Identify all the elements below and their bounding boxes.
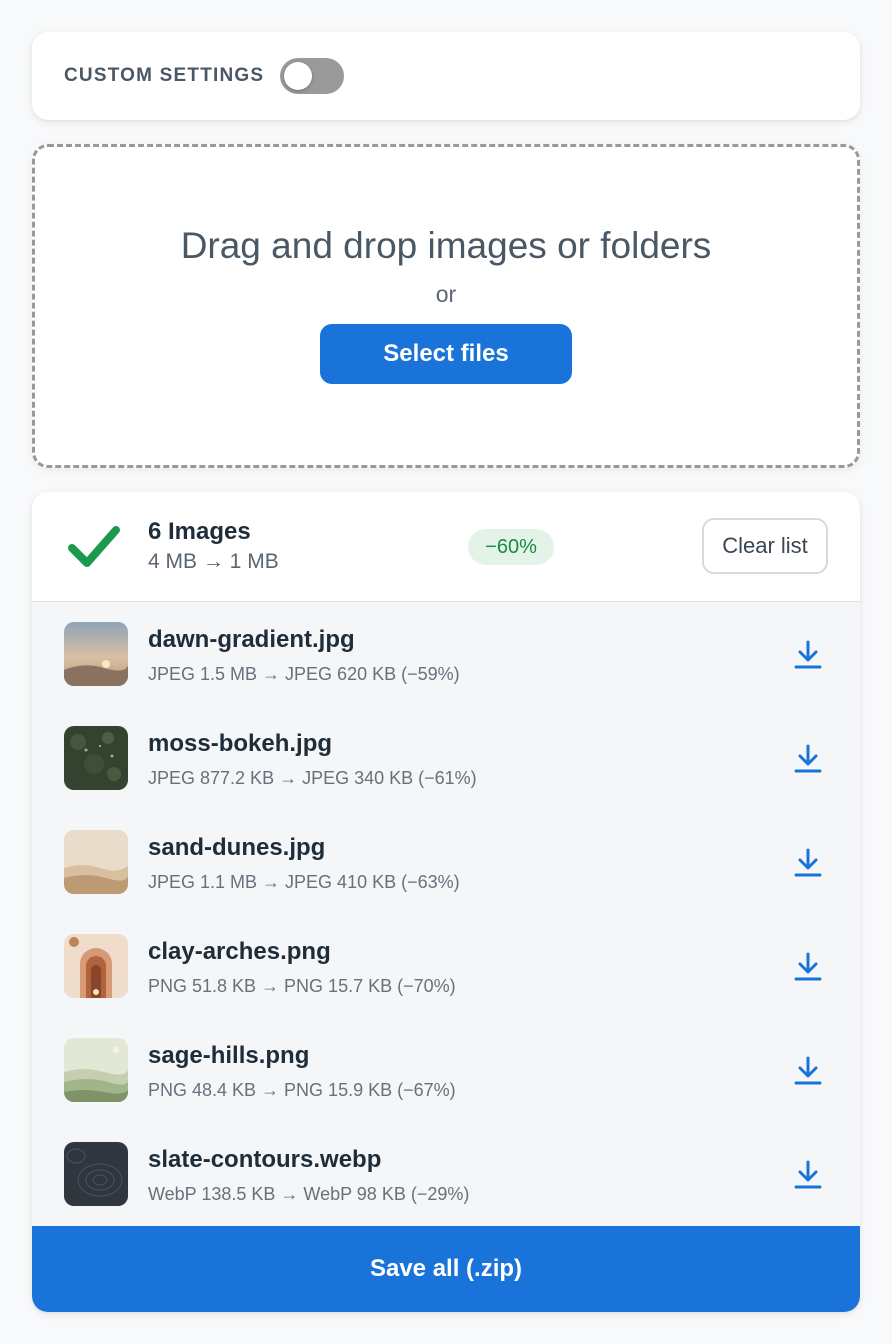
image-count: 6 Images xyxy=(148,518,251,545)
file-row: sand-dunes.jpg JPEG 1.1 MB → JPEG 410 KB… xyxy=(32,810,860,914)
thumbnail-sand-dunes xyxy=(64,830,128,894)
download-icon[interactable] xyxy=(794,1056,822,1086)
settings-card: CUSTOM SETTINGS xyxy=(32,32,860,120)
download-icon[interactable] xyxy=(794,640,822,670)
drop-zone-title: Drag and drop images or folders xyxy=(180,225,712,266)
select-files-button[interactable]: Select files xyxy=(320,324,572,384)
custom-settings-label: CUSTOM SETTINGS xyxy=(64,65,265,86)
thumbnail-moss-bokeh xyxy=(64,726,128,790)
file-row: clay-arches.png PNG 51.8 KB → PNG 15.7 K… xyxy=(32,914,860,1018)
file-name: sand-dunes.jpg xyxy=(148,834,326,861)
drop-zone[interactable]: Drag and drop images or folders or Selec… xyxy=(32,144,860,468)
total-sizes: 4 MB → 1 MB xyxy=(148,550,279,573)
thumbnail-dawn-gradient xyxy=(64,622,128,686)
file-meta: JPEG 1.5 MB → JPEG 620 KB (−59%) xyxy=(148,664,460,684)
download-icon[interactable] xyxy=(794,744,822,774)
custom-settings-toggle[interactable] xyxy=(280,58,345,94)
file-meta: PNG 48.4 KB → PNG 15.9 KB (−67%) xyxy=(148,1080,456,1100)
file-name: moss-bokeh.jpg xyxy=(148,730,333,757)
clear-list-button[interactable]: Clear list xyxy=(702,518,828,574)
file-row: dawn-gradient.jpg JPEG 1.5 MB → JPEG 620… xyxy=(32,602,860,706)
save-all-button[interactable]: Save all (.zip) xyxy=(32,1226,860,1312)
file-meta: JPEG 877.2 KB → JPEG 340 KB (−61%) xyxy=(148,768,477,788)
file-row: sage-hills.png PNG 48.4 KB → PNG 15.9 KB… xyxy=(32,1018,860,1122)
file-name: clay-arches.png xyxy=(148,938,331,965)
file-name: slate-contours.webp xyxy=(148,1146,382,1173)
thumbnail-clay-arches xyxy=(64,934,128,998)
download-icon[interactable] xyxy=(794,848,822,878)
checkmark-icon xyxy=(68,526,120,567)
summary-header: 6 Images 4 MB → 1 MB −60% Clear list xyxy=(32,492,860,602)
file-meta: JPEG 1.1 MB → JPEG 410 KB (−63%) xyxy=(148,872,460,892)
savings-badge: −60% xyxy=(468,529,554,565)
file-list: dawn-gradient.jpg JPEG 1.5 MB → JPEG 620… xyxy=(32,602,860,1226)
file-name: dawn-gradient.jpg xyxy=(148,626,355,653)
thumbnail-slate-contours xyxy=(64,1142,128,1206)
file-list-card: 6 Images 4 MB → 1 MB −60% Clear list daw… xyxy=(32,492,860,1312)
thumbnail-sage-hills xyxy=(64,1038,128,1102)
drop-zone-or: or xyxy=(435,281,457,307)
file-name: sage-hills.png xyxy=(148,1042,310,1069)
file-meta: WebP 138.5 KB → WebP 98 KB (−29%) xyxy=(148,1184,470,1204)
download-icon[interactable] xyxy=(794,952,822,982)
download-icon[interactable] xyxy=(794,1160,822,1190)
file-row: moss-bokeh.jpg JPEG 877.2 KB → JPEG 340 … xyxy=(32,706,860,810)
file-meta: PNG 51.8 KB → PNG 15.7 KB (−70%) xyxy=(148,976,456,996)
toggle-knob xyxy=(284,62,313,90)
summary-text: 6 Images 4 MB → 1 MB xyxy=(148,518,279,574)
file-row: slate-contours.webp WebP 138.5 KB → WebP… xyxy=(32,1122,860,1226)
